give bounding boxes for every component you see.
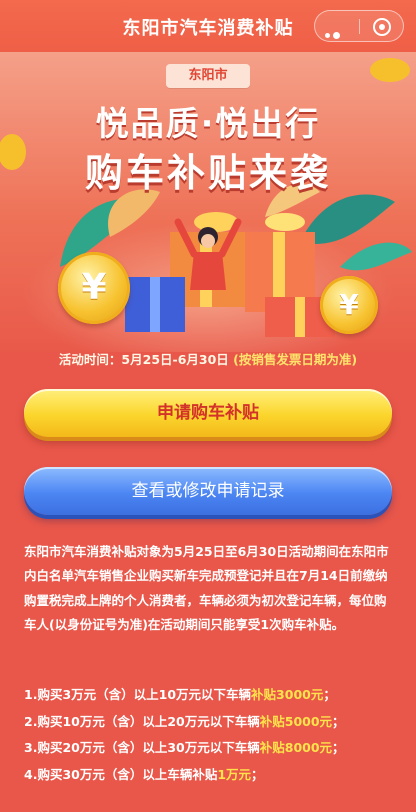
activity-time: 活动时间：5月25日-6月30日 (按销售发票日期为准) [0, 349, 416, 368]
person-face [201, 234, 215, 248]
view-edit-records-button[interactable]: 查看或修改申请记录 [24, 467, 392, 515]
floating-coin [370, 58, 410, 82]
close-target-icon[interactable] [373, 18, 391, 36]
promo-banner: 东阳市 悦品质·悦出行 购车补贴来袭 ¥ ¥ [0, 52, 416, 352]
subsidy-rules: 1.购买3万元（含）以上10万元以下车辆补贴3000元； 2.购买10万元（含）… [24, 682, 394, 788]
activity-time-dates: 5月25日-6月30日 [121, 352, 229, 367]
yuan-coin-icon: ¥ [320, 276, 378, 334]
city-tag: 东阳市 [166, 64, 250, 88]
mini-program-capsule [314, 10, 404, 57]
nav-bar: 东阳市汽车消费补贴 [0, 0, 416, 57]
activity-time-note: (按销售发票日期为准) [233, 352, 358, 367]
subsidy-amount: 补贴5000元 [259, 713, 333, 729]
capsule-divider [359, 19, 360, 34]
more-dots-icon[interactable] [325, 23, 349, 57]
rule-item: 1.购买3万元（含）以上10万元以下车辆补贴3000元； [24, 687, 336, 702]
leaf-shape [340, 242, 412, 271]
headline-secondary: 购车补贴来袭 [84, 151, 331, 195]
person-body [190, 252, 226, 290]
rule-item: 3.购买20万元（含）以上30万元以下车辆补贴8000元； [24, 740, 345, 755]
apply-subsidy-button[interactable]: 申请购车补贴 [24, 389, 392, 437]
gift-ribbon [295, 297, 305, 337]
gift-bow [265, 213, 305, 231]
subsidy-amount: 补贴3000元 [251, 687, 324, 702]
activity-time-label: 活动时间： [58, 352, 122, 367]
yuan-coin-icon: ¥ [58, 252, 130, 324]
subsidy-description: 东阳市汽车消费补贴对象为5月25日至6月30日活动期间在东阳市内白名单汽车销售企… [24, 544, 389, 633]
subsidy-amount: 1万元 [217, 766, 252, 782]
subsidy-amount: 补贴8000元 [259, 740, 333, 755]
rule-item: 2.购买10万元（含）以上20万元以下车辆补贴5000元； [24, 713, 345, 729]
rule-item: 4.购买30万元（含）以上车辆补贴1万元； [24, 766, 264, 782]
headline-primary: 悦品质·悦出行 [95, 104, 321, 143]
gift-ribbon [150, 277, 160, 332]
